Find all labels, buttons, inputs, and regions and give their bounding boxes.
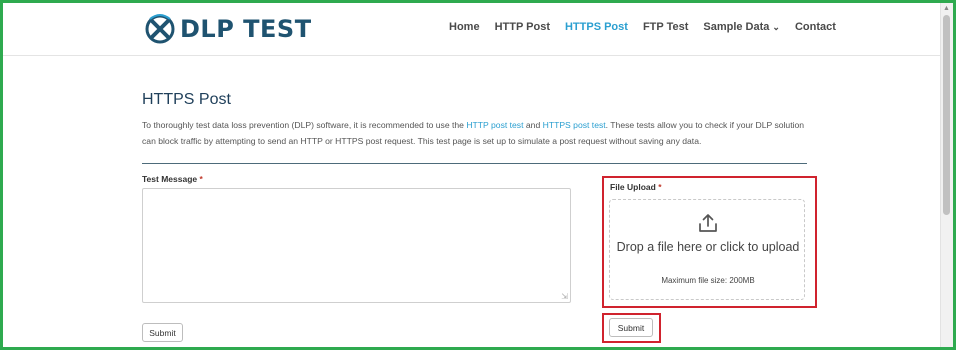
logo-mark-icon (145, 14, 175, 44)
intro-text-2: and (523, 120, 543, 130)
intro-paragraph: To thoroughly test data loss prevention … (142, 118, 817, 149)
browser-viewport: DLP TEST Home HTTP Post HTTPS Post FTP T… (3, 3, 953, 347)
logo-text: DLP TEST (180, 15, 312, 43)
dropzone-text: Drop a file here or click to upload (616, 240, 800, 254)
required-mark: * (199, 174, 203, 184)
http-post-test-link[interactable]: HTTP post test (466, 120, 523, 130)
main-nav: Home HTTP Post HTTPS Post FTP Test Sampl… (449, 21, 836, 33)
resize-grip-icon[interactable]: ⇲ (561, 293, 568, 301)
site-header: DLP TEST Home HTTP Post HTTPS Post FTP T… (3, 3, 941, 56)
nav-contact[interactable]: Contact (795, 21, 836, 33)
intro-text-1: To thoroughly test data loss prevention … (142, 120, 467, 130)
test-message-label: Test Message * (142, 174, 203, 184)
message-submit-button[interactable]: Submit (142, 323, 183, 342)
scroll-up-arrow-icon[interactable]: ▲ (943, 5, 950, 12)
chevron-down-icon: ⌄ (772, 22, 780, 32)
test-message-textarea[interactable]: ⇲ (142, 188, 571, 303)
nav-sample-data-label: Sample Data (703, 21, 770, 33)
upload-submit-button[interactable]: Submit (609, 318, 653, 337)
nav-home[interactable]: Home (449, 21, 480, 33)
nav-http-post[interactable]: HTTP Post (495, 21, 550, 33)
file-upload-label-text: File Upload (610, 182, 656, 192)
max-file-size-text: Maximum file size: 200MB (661, 276, 755, 285)
file-dropzone[interactable]: Drop a file here or click to upload Maxi… (609, 199, 805, 300)
test-message-label-text: Test Message (142, 174, 198, 184)
file-upload-label: File Upload * (610, 182, 662, 192)
site-logo[interactable]: DLP TEST (144, 13, 312, 45)
upload-icon (699, 214, 717, 232)
nav-https-post[interactable]: HTTPS Post (565, 21, 628, 33)
https-post-test-link[interactable]: HTTPS post test (543, 120, 606, 130)
page-scrollbar[interactable]: ▲ (940, 3, 953, 347)
nav-sample-data[interactable]: Sample Data ⌄ (703, 21, 780, 33)
page-title: HTTPS Post (142, 91, 231, 108)
section-divider (142, 163, 807, 164)
nav-ftp-test[interactable]: FTP Test (643, 21, 688, 33)
scrollbar-thumb[interactable] (943, 15, 950, 215)
required-mark: * (658, 182, 662, 192)
